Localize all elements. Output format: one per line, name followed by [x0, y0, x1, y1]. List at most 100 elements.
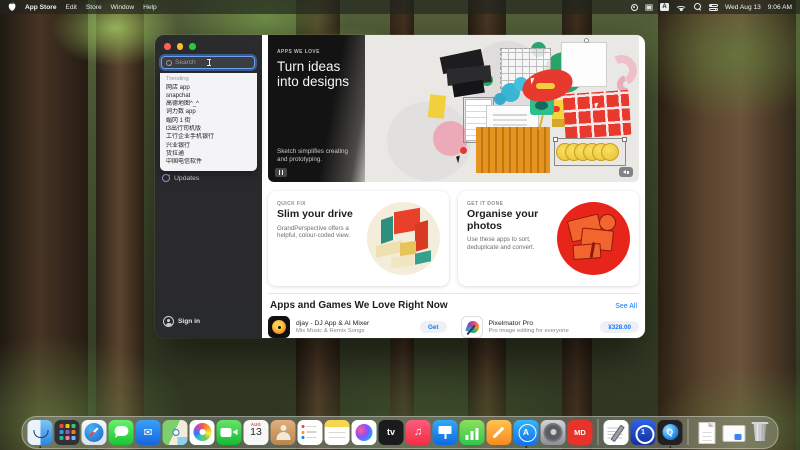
- dock-item-trash[interactable]: [748, 420, 773, 445]
- dock-item-contacts[interactable]: [271, 420, 296, 445]
- dock-item-finder[interactable]: [28, 420, 53, 445]
- notes-icon[interactable]: [325, 420, 350, 445]
- mute-button[interactable]: [619, 167, 633, 177]
- 1password-icon[interactable]: 1: [631, 420, 656, 445]
- trending-item[interactable]: 兴业银行: [166, 142, 257, 150]
- dock-item-music[interactable]: ♫: [406, 420, 431, 445]
- dock-item-photos[interactable]: [190, 420, 215, 445]
- dock-item-pages[interactable]: [487, 420, 512, 445]
- recent-window-icon[interactable]: [721, 420, 746, 445]
- trending-item[interactable]: 中国电信软件: [166, 158, 257, 166]
- control-center-icon[interactable]: [709, 4, 718, 11]
- dock-item-apple-tv[interactable]: tv: [379, 420, 404, 445]
- numbers-icon[interactable]: [460, 420, 485, 445]
- messages-icon[interactable]: [109, 420, 134, 445]
- card-organise-your-photos[interactable]: GET IT DONE Organise your photos Use the…: [458, 191, 639, 286]
- trending-item[interactable]: 货拉通: [166, 150, 257, 158]
- siri-icon[interactable]: [352, 420, 377, 445]
- app-name[interactable]: Pixelmator Pro: [489, 320, 569, 328]
- spotlight-icon[interactable]: [694, 3, 702, 11]
- maps-icon[interactable]: [163, 420, 188, 445]
- trending-item[interactable]: 词力数 app: [166, 108, 257, 116]
- apple-tv-icon[interactable]: tv: [379, 420, 404, 445]
- dock-item-app-store[interactable]: A: [514, 420, 539, 445]
- dock-item-safari[interactable]: [82, 420, 107, 445]
- system-preferences-icon[interactable]: [541, 420, 566, 445]
- app-name[interactable]: djay - DJ App & AI Mixer: [296, 320, 369, 328]
- app-row[interactable]: Pixelmator ProPro image editing for ever…: [461, 316, 640, 338]
- apple-menu-icon[interactable]: [8, 2, 16, 12]
- trending-item[interactable]: 工行企业手机银行: [166, 133, 257, 141]
- app-store-icon[interactable]: A: [514, 420, 539, 445]
- trending-item[interactable]: 高德地图^_^: [166, 100, 257, 108]
- keynote-icon[interactable]: [433, 420, 458, 445]
- facetime-icon[interactable]: [217, 420, 242, 445]
- card-illustration: [557, 202, 630, 275]
- finder-icon[interactable]: [28, 420, 53, 445]
- dock-item-facetime[interactable]: [217, 420, 242, 445]
- safari-icon[interactable]: [82, 420, 107, 445]
- dock-item-recent-document[interactable]: [694, 420, 719, 445]
- menu-time[interactable]: 9:06 AM: [768, 4, 792, 11]
- textedit-icon[interactable]: [604, 420, 629, 445]
- card-slim-your-drive[interactable]: QUICK FIX Slim your drive GrandPerspecti…: [268, 191, 449, 286]
- sidebar-item-updates[interactable]: Updates: [162, 174, 199, 182]
- menu-date[interactable]: Wed Aug 13: [725, 4, 761, 11]
- menu-app-name[interactable]: App Store: [25, 4, 57, 11]
- pixelmator-icon[interactable]: [461, 316, 483, 338]
- pause-button[interactable]: [275, 168, 287, 177]
- menu-help[interactable]: Help: [143, 4, 157, 11]
- minimize-button[interactable]: [177, 43, 184, 50]
- dock-item-siri[interactable]: [352, 420, 377, 445]
- menu-store[interactable]: Store: [86, 4, 102, 11]
- pages-icon[interactable]: [487, 420, 512, 445]
- sign-in-button[interactable]: Sign in: [163, 316, 200, 327]
- dock-item-launchpad[interactable]: [55, 420, 80, 445]
- featured-eyebrow: APPS WE LOVE: [277, 49, 357, 55]
- dock-item-notes[interactable]: [325, 420, 350, 445]
- trending-item[interactable]: 媚冈 1 街: [166, 117, 257, 125]
- q-app-icon[interactable]: Q: [658, 420, 683, 445]
- trending-item[interactable]: snapchat: [166, 92, 257, 100]
- dock-item-mail[interactable]: ✉: [136, 420, 161, 445]
- mail-icon[interactable]: ✉: [136, 420, 161, 445]
- zoom-button[interactable]: [189, 43, 196, 50]
- dock-item-maps[interactable]: [163, 420, 188, 445]
- dock-item-md-app[interactable]: MD: [568, 420, 593, 445]
- trending-item[interactable]: t3出行司机版: [166, 125, 257, 133]
- dock-item-calendar[interactable]: AUG13: [244, 420, 269, 445]
- contacts-icon[interactable]: [271, 420, 296, 445]
- dock-item-recent-window[interactable]: [721, 420, 746, 445]
- md-app-icon[interactable]: MD: [568, 420, 593, 445]
- dock-item-system-preferences[interactable]: [541, 420, 566, 445]
- dock-item-1password[interactable]: 1: [631, 420, 656, 445]
- screen-icon[interactable]: [645, 4, 653, 11]
- reminders-icon[interactable]: [298, 420, 323, 445]
- dock-item-messages[interactable]: [109, 420, 134, 445]
- menu-edit[interactable]: Edit: [66, 4, 77, 11]
- see-all-link[interactable]: See All: [615, 303, 637, 310]
- record-icon[interactable]: [631, 4, 638, 11]
- photos-icon[interactable]: [190, 420, 215, 445]
- trash-icon[interactable]: [748, 420, 773, 445]
- featured-banner[interactable]: APPS WE LOVE Turn ideas into designs Ske…: [268, 35, 639, 182]
- dock-item-textedit[interactable]: [604, 420, 629, 445]
- app-action-button[interactable]: Get: [420, 321, 447, 333]
- dock-item-reminders[interactable]: [298, 420, 323, 445]
- launchpad-icon[interactable]: [55, 420, 80, 445]
- wifi-icon[interactable]: [676, 3, 687, 11]
- app-action-button[interactable]: ¥328.00: [600, 321, 639, 333]
- calendar-icon[interactable]: AUG13: [244, 420, 269, 445]
- close-button[interactable]: [164, 43, 171, 50]
- djay-icon[interactable]: [268, 316, 290, 338]
- app-row[interactable]: djay - DJ App & AI MixerMix Music & Remi…: [268, 316, 447, 338]
- trending-item[interactable]: 网店 app: [166, 84, 257, 92]
- dock-item-numbers[interactable]: [460, 420, 485, 445]
- dock-item-keynote[interactable]: [433, 420, 458, 445]
- recent-document-icon[interactable]: [694, 420, 719, 445]
- music-icon[interactable]: ♫: [406, 420, 431, 445]
- search-input[interactable]: Search: [161, 56, 255, 69]
- input-source-icon[interactable]: A: [660, 3, 669, 11]
- dock-item-q-app[interactable]: Q: [658, 420, 683, 445]
- menu-window[interactable]: Window: [111, 4, 134, 11]
